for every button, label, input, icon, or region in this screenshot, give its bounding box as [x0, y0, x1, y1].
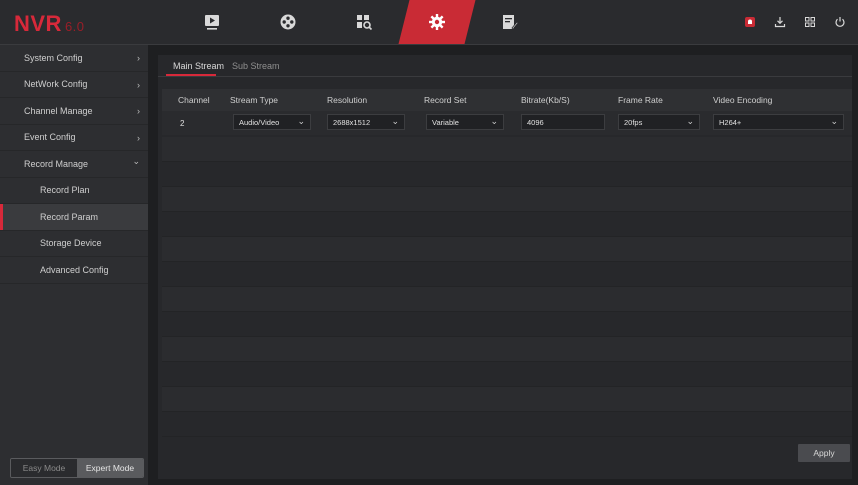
- logo-version: 6.0: [64, 19, 85, 34]
- sidebar-subitem-storage-device[interactable]: Storage Device: [0, 230, 148, 257]
- resolution-select[interactable]: 2688x1512 ⌄: [327, 114, 405, 130]
- sidebar: System Config › NetWork Config › Channel…: [0, 45, 148, 485]
- channel-value: 2: [180, 119, 185, 128]
- frame-rate-value: 20fps: [624, 117, 643, 127]
- sidebar-subitem-record-plan[interactable]: Record Plan: [0, 177, 148, 204]
- chevron-down-icon: ⌄: [686, 116, 694, 126]
- easy-mode-button[interactable]: Easy Mode: [11, 459, 77, 477]
- apply-button[interactable]: Apply: [798, 444, 850, 462]
- sidebar-item-label: Event Config: [24, 132, 76, 143]
- main-panel: Main Stream Sub Stream Channel Stream Ty…: [158, 55, 852, 479]
- resolution-value: 2688x1512: [333, 117, 371, 127]
- video-encoding-select[interactable]: H264+ ⌄: [713, 114, 844, 130]
- download-icon[interactable]: [770, 12, 790, 32]
- empty-row: [162, 187, 852, 212]
- chevron-right-icon: ›: [137, 53, 140, 63]
- tab-sub-stream[interactable]: Sub Stream: [232, 61, 280, 71]
- record-set-value: Variable: [432, 117, 459, 127]
- topnav-operation[interactable]: [480, 0, 540, 44]
- grid-icon[interactable]: [800, 12, 820, 32]
- header-frame-rate: Frame Rate: [618, 95, 663, 105]
- sidebar-item-record-manage[interactable]: Record Manage ⌄: [0, 151, 148, 178]
- sidebar-item-label: NetWork Config: [24, 79, 88, 90]
- sidebar-subitem-label: Storage Device: [40, 238, 102, 249]
- sidebar-subitem-label: Advanced Config: [40, 264, 109, 275]
- empty-row: [162, 287, 852, 312]
- empty-row: [162, 237, 852, 262]
- topnav-playback[interactable]: [258, 0, 318, 44]
- sidebar-item-label: System Config: [24, 52, 83, 63]
- sidebar-subitem-record-param[interactable]: Record Param: [0, 204, 148, 231]
- empty-row: [162, 362, 852, 387]
- empty-row: [162, 387, 852, 412]
- empty-row: [162, 262, 852, 287]
- file-search-icon: [355, 13, 373, 31]
- topnav-search[interactable]: [334, 0, 394, 44]
- empty-row: [162, 412, 852, 437]
- chevron-down-icon: ⌄: [132, 156, 140, 166]
- tab-divider: [158, 76, 852, 77]
- sidebar-item-system-config[interactable]: System Config ›: [0, 45, 148, 72]
- chevron-right-icon: ›: [137, 79, 140, 90]
- sidebar-item-network-config[interactable]: NetWork Config ›: [0, 72, 148, 98]
- chevron-down-icon: ⌄: [490, 116, 498, 126]
- video-encoding-value: H264+: [719, 117, 742, 127]
- empty-row: [162, 137, 852, 162]
- expert-mode-button[interactable]: Expert Mode: [77, 459, 143, 477]
- sidebar-item-label: Record Manage: [24, 158, 89, 169]
- frame-rate-select[interactable]: 20fps ⌄: [618, 114, 700, 130]
- header-stream-type: Stream Type: [230, 95, 279, 105]
- topnav-settings[interactable]: [398, 0, 476, 44]
- reel-icon: [279, 13, 297, 31]
- chevron-right-icon: ›: [137, 106, 140, 116]
- empty-row: [162, 162, 852, 187]
- topnav-live-view[interactable]: [182, 0, 242, 44]
- stream-type-value: Audio/Video: [239, 117, 280, 127]
- chevron-down-icon: ⌄: [830, 116, 838, 126]
- sidebar-item-label: Channel Manage: [24, 105, 93, 116]
- table-row: 2 Audio/Video ⌄ 2688x1512 ⌄ Variable ⌄ 4…: [162, 111, 852, 135]
- header-bitrate: Bitrate(Kb/S): [521, 95, 570, 105]
- mode-switch: Easy Mode Expert Mode: [10, 458, 144, 478]
- chevron-down-icon: ⌄: [297, 116, 305, 126]
- bitrate-value: 4096: [527, 117, 544, 127]
- chevron-right-icon: ›: [137, 132, 140, 143]
- record-set-select[interactable]: Variable ⌄: [426, 114, 504, 130]
- power-icon[interactable]: [830, 12, 850, 32]
- empty-row: [162, 212, 852, 237]
- tab-main-stream[interactable]: Main Stream: [173, 61, 224, 71]
- stream-tabs: Main Stream Sub Stream: [158, 55, 852, 77]
- sidebar-item-event-config[interactable]: Event Config ›: [0, 125, 148, 151]
- logo: NVR 6.0: [14, 11, 85, 37]
- stream-type-select[interactable]: Audio/Video ⌄: [233, 114, 311, 130]
- sidebar-item-channel-manage[interactable]: Channel Manage ›: [0, 98, 148, 125]
- empty-row: [162, 337, 852, 362]
- header-video-encoding: Video Encoding: [713, 95, 773, 105]
- sidebar-subitem-advanced-config[interactable]: Advanced Config: [0, 257, 148, 284]
- top-bar: NVR 6.0: [0, 0, 858, 45]
- logo-name: NVR: [14, 11, 62, 36]
- chevron-down-icon: ⌄: [391, 116, 399, 126]
- nvr-app: NVR 6.0 System Config › NetWork Config ›…: [0, 0, 858, 485]
- gear-icon: [428, 13, 446, 31]
- edit-doc-icon: [501, 13, 519, 31]
- table-header: Channel Stream Type Resolution Record Se…: [162, 89, 852, 111]
- empty-row: [162, 312, 852, 337]
- sidebar-subitem-label: Record Param: [40, 211, 99, 222]
- alarm-icon[interactable]: [740, 12, 760, 32]
- sidebar-subitem-label: Record Plan: [40, 185, 90, 196]
- header-record-set: Record Set: [424, 95, 467, 105]
- header-resolution: Resolution: [327, 95, 368, 105]
- header-channel: Channel: [178, 95, 210, 105]
- play-screen-icon: [203, 13, 221, 31]
- bitrate-input[interactable]: 4096: [521, 114, 605, 130]
- top-right-icons: [740, 12, 850, 32]
